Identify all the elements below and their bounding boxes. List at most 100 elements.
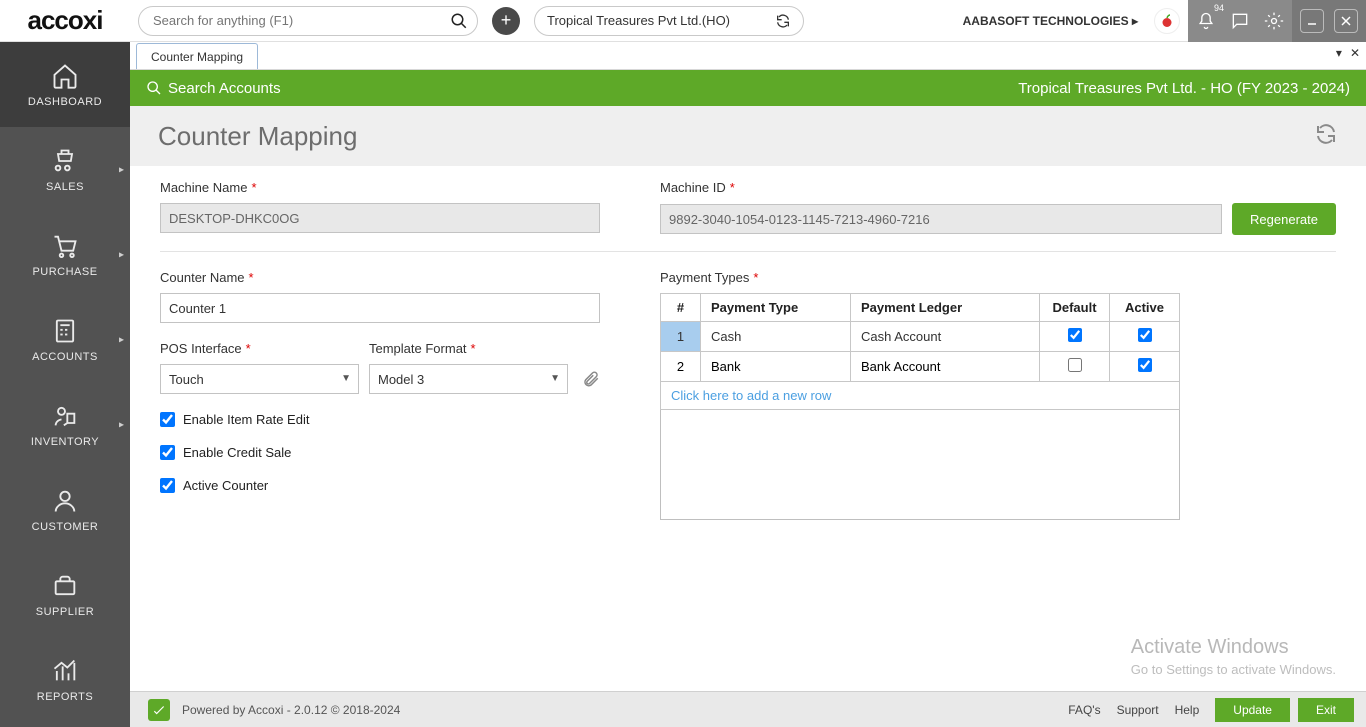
cell-default-checkbox[interactable] xyxy=(1068,328,1082,342)
footer-bar: Powered by Accoxi - 2.0.12 © 2018-2024 F… xyxy=(130,691,1366,727)
main-area: Counter Mapping ▾ ✕ Search Accounts Trop… xyxy=(130,42,1366,727)
footer-logo-icon xyxy=(148,699,170,721)
org-selector[interactable]: Tropical Treasures Pvt Ltd.(HO) xyxy=(534,6,804,36)
sidebar-item-purchase[interactable]: PURCHASE ▸ xyxy=(0,212,130,297)
sidebar-item-customer[interactable]: CUSTOMER xyxy=(0,467,130,552)
cell-ledger: Bank Account xyxy=(851,352,1040,382)
sidebar-item-supplier[interactable]: SUPPLIER xyxy=(0,552,130,637)
cell-type: Bank xyxy=(701,352,851,382)
counter-name-field[interactable] xyxy=(160,293,600,323)
table-row[interactable]: 1 Cash Cash Account xyxy=(661,322,1180,352)
sidebar-item-label: REPORTS xyxy=(37,691,93,703)
sidebar-item-dashboard[interactable]: DASHBOARD xyxy=(0,42,130,127)
top-bar: accoxi + Tropical Treasures Pvt Ltd.(HO)… xyxy=(0,0,1366,42)
enable-credit-input[interactable] xyxy=(160,445,175,460)
table-header-row: # Payment Type Payment Ledger Default Ac… xyxy=(661,294,1180,322)
label-machine-id: Machine ID* xyxy=(660,180,1336,195)
tab-close-icon[interactable]: ✕ xyxy=(1350,46,1360,60)
page-title: Counter Mapping xyxy=(158,121,357,152)
active-counter-input[interactable] xyxy=(160,478,175,493)
brand-badge-icon xyxy=(1154,8,1180,34)
table-empty-space xyxy=(660,410,1180,520)
enable-credit-checkbox[interactable]: Enable Credit Sale xyxy=(160,445,600,460)
page-titlebar: Counter Mapping xyxy=(130,106,1366,166)
label-counter-name: Counter Name* xyxy=(160,270,600,285)
tab-label: Counter Mapping xyxy=(151,50,243,64)
cell-active-checkbox[interactable] xyxy=(1138,328,1152,342)
sidebar-item-accounts[interactable]: ACCOUNTS ▸ xyxy=(0,297,130,382)
context-label: Tropical Treasures Pvt Ltd. - HO (FY 202… xyxy=(1018,80,1350,97)
payment-types-table: # Payment Type Payment Ledger Default Ac… xyxy=(660,293,1180,410)
cell-default-checkbox[interactable] xyxy=(1068,358,1082,372)
enable-credit-label: Enable Credit Sale xyxy=(183,445,291,460)
enable-rate-label: Enable Item Rate Edit xyxy=(183,412,309,427)
search-accounts-link[interactable]: Search Accounts xyxy=(146,80,281,97)
close-button[interactable] xyxy=(1334,9,1358,33)
section-divider xyxy=(160,251,1336,252)
notification-badge: 94 xyxy=(1214,3,1224,13)
footer-link-support[interactable]: Support xyxy=(1117,703,1159,717)
form-area: Machine Name* Machine ID* Regenerate Cou… xyxy=(130,166,1366,691)
update-button[interactable]: Update xyxy=(1215,698,1290,722)
active-counter-checkbox[interactable]: Active Counter xyxy=(160,478,600,493)
sidebar-item-reports[interactable]: REPORTS xyxy=(0,637,130,722)
cell-num: 1 xyxy=(661,322,701,352)
chevron-right-icon: ▸ xyxy=(119,164,124,175)
sidebar-item-label: PURCHASE xyxy=(32,266,97,278)
quick-add-button[interactable]: + xyxy=(492,7,520,35)
sidebar-item-label: DASHBOARD xyxy=(28,96,102,108)
sidebar-item-sales[interactable]: SALES ▸ xyxy=(0,127,130,212)
search-input[interactable] xyxy=(138,6,478,36)
sidebar-item-label: CUSTOMER xyxy=(32,521,99,533)
enable-rate-input[interactable] xyxy=(160,412,175,427)
tab-counter-mapping[interactable]: Counter Mapping xyxy=(136,43,258,69)
table-row[interactable]: 2 Bank Bank Account xyxy=(661,352,1180,382)
exit-button[interactable]: Exit xyxy=(1298,698,1354,722)
col-default: Default xyxy=(1040,294,1110,322)
sidebar-item-label: ACCOUNTS xyxy=(32,351,98,363)
global-search xyxy=(138,6,478,36)
settings-icon[interactable] xyxy=(1264,11,1284,31)
org-label: Tropical Treasures Pvt Ltd.(HO) xyxy=(547,13,730,28)
label-machine-name: Machine Name* xyxy=(160,180,600,195)
tab-strip: Counter Mapping ▾ ✕ xyxy=(130,42,1366,70)
context-bar: Search Accounts Tropical Treasures Pvt L… xyxy=(130,70,1366,106)
footer-link-help[interactable]: Help xyxy=(1175,703,1200,717)
cell-active-checkbox[interactable] xyxy=(1138,358,1152,372)
sidebar-item-inventory[interactable]: INVENTORY ▸ xyxy=(0,382,130,467)
col-payment-type: Payment Type xyxy=(701,294,851,322)
minimize-button[interactable] xyxy=(1300,9,1324,33)
search-accounts-label: Search Accounts xyxy=(168,80,281,97)
cell-ledger: Cash Account xyxy=(851,322,1040,352)
refresh-button[interactable] xyxy=(1314,122,1338,151)
app-logo-text: accoxi xyxy=(28,5,103,36)
cell-type: Cash xyxy=(701,322,851,352)
footer-powered: Powered by Accoxi - 2.0.12 © 2018-2024 xyxy=(182,703,400,717)
add-row-label: Click here to add a new row xyxy=(661,382,1180,410)
machine-id-field xyxy=(660,204,1222,234)
enable-rate-checkbox[interactable]: Enable Item Rate Edit xyxy=(160,412,600,427)
label-payment-types: Payment Types* xyxy=(660,270,1336,285)
machine-name-field xyxy=(160,203,600,233)
template-format-select[interactable] xyxy=(369,364,568,394)
col-active: Active xyxy=(1110,294,1180,322)
tab-dropdown-icon[interactable]: ▾ xyxy=(1336,46,1342,60)
sidebar-item-label: SALES xyxy=(46,181,84,193)
notifications-icon[interactable]: 94 xyxy=(1196,11,1216,31)
attachment-icon[interactable] xyxy=(582,370,600,388)
label-template-format: Template Format* xyxy=(369,341,568,356)
col-payment-ledger: Payment Ledger xyxy=(851,294,1040,322)
search-icon[interactable] xyxy=(450,12,468,30)
regenerate-button[interactable]: Regenerate xyxy=(1232,203,1336,235)
chat-icon[interactable] xyxy=(1230,11,1250,31)
add-row[interactable]: Click here to add a new row xyxy=(661,382,1180,410)
footer-link-faqs[interactable]: FAQ's xyxy=(1068,703,1100,717)
search-icon xyxy=(146,80,162,96)
company-menu[interactable]: AABASOFT TECHNOLOGIES ▸ xyxy=(963,14,1138,28)
cell-num: 2 xyxy=(661,352,701,382)
sync-icon xyxy=(775,13,791,29)
pos-interface-select[interactable] xyxy=(160,364,359,394)
active-counter-label: Active Counter xyxy=(183,478,268,493)
chevron-right-icon: ▸ xyxy=(119,419,124,430)
topbar-actions: 94 xyxy=(1188,0,1292,42)
